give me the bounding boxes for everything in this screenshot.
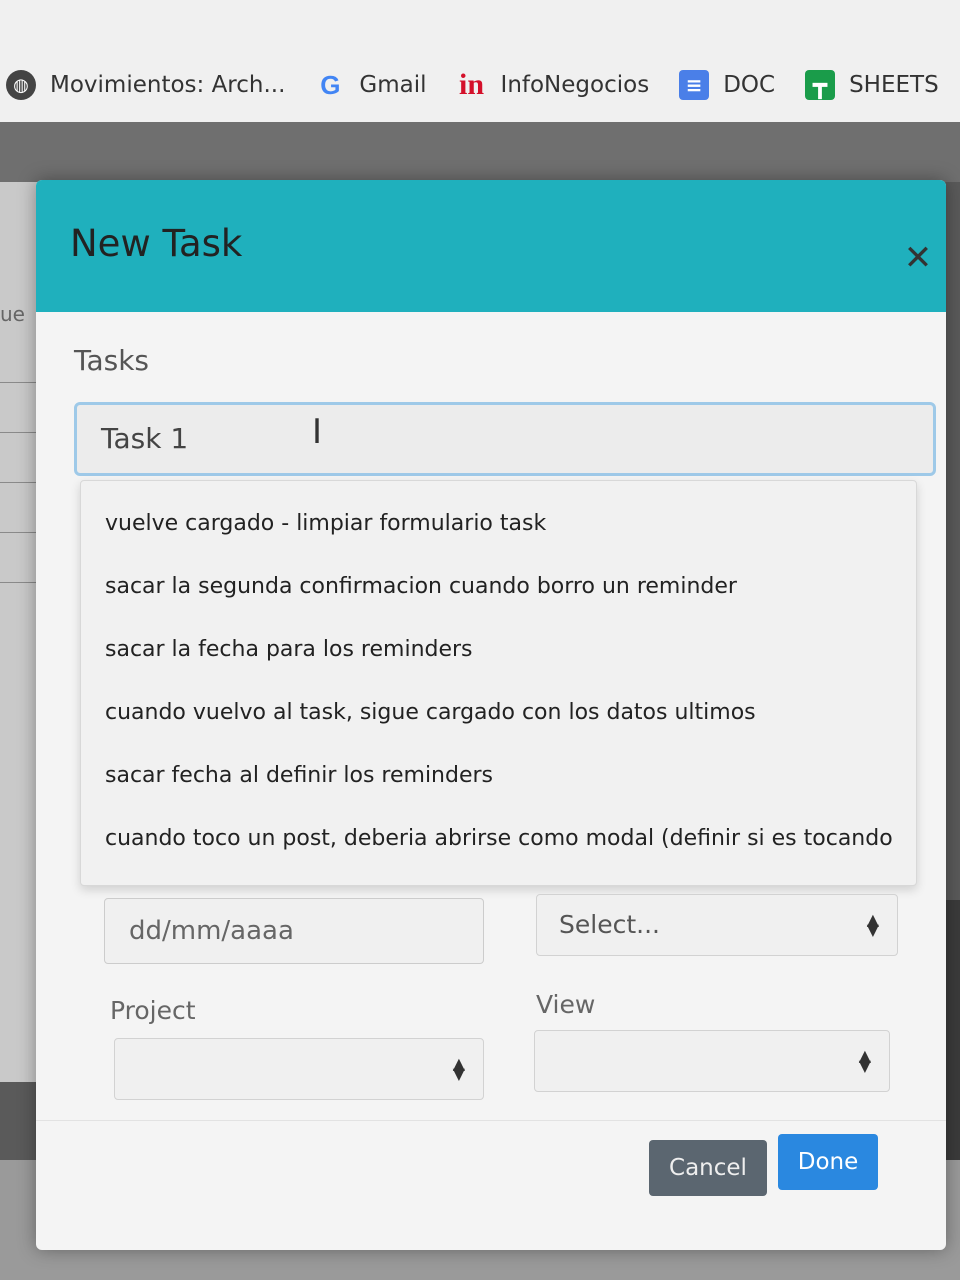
sort-arrows-icon: ▲ ▼ [452, 1054, 465, 1083]
page-backdrop [0, 122, 960, 182]
bookmark-movimientos[interactable]: ◍ Movimientos: Arch... [6, 70, 285, 100]
sort-arrows-icon: ▲ ▼ [858, 1046, 871, 1075]
suggestion-item[interactable]: vuelve cargado - limpiar formulario task [105, 511, 895, 536]
side-text: ue [0, 302, 25, 326]
bookmark-doc[interactable]: ≡ DOC [679, 70, 775, 100]
view-label: View [536, 990, 596, 1019]
close-icon[interactable]: ✕ [900, 240, 936, 276]
new-task-modal: New Task ✕ Tasks Task 1 I vuelve cargado… [36, 180, 946, 1250]
date-input[interactable]: dd/mm/aaaa [104, 898, 484, 964]
project-select[interactable]: ▲ ▼ [114, 1038, 484, 1100]
select-value: Select... [559, 910, 660, 939]
modal-header: New Task ✕ [36, 180, 946, 312]
bookmark-label: Movimientos: Arch... [50, 72, 286, 98]
suggestion-item[interactable]: sacar la fecha para los reminders [105, 637, 895, 662]
bookmark-infonegocios[interactable]: in InfoNegocios [457, 68, 650, 101]
docs-icon: ≡ [679, 70, 710, 100]
globe-icon: ◍ [6, 70, 36, 100]
autocomplete-dropdown: vuelve cargado - limpiar formulario task… [80, 480, 917, 886]
suggestion-item[interactable]: cuando vuelvo al task, sigue cargado con… [105, 700, 895, 725]
bookmark-label: Gmail [359, 72, 427, 98]
modal-title: New Task [70, 222, 243, 265]
suggestion-item[interactable]: sacar la segunda confirmacion cuando bor… [105, 574, 895, 599]
tasks-label: Tasks [74, 344, 150, 377]
suggestion-item[interactable]: sacar fecha al definir los reminders [105, 763, 895, 788]
view-select[interactable]: ▲ ▼ [534, 1030, 890, 1092]
bookmark-label: DOC [723, 72, 776, 98]
sheets-icon: ┳ [805, 70, 836, 100]
project-label: Project [110, 996, 196, 1025]
suggestion-item[interactable]: cuando toco un post, deberia abrirse com… [105, 826, 895, 851]
done-button[interactable]: Done [778, 1134, 878, 1190]
google-icon: G [320, 69, 341, 100]
infonegocios-icon: in [459, 68, 485, 101]
text-cursor-icon: I [312, 412, 323, 452]
priority-select[interactable]: Select... ▲ ▼ [536, 894, 898, 956]
sort-arrows-icon: ▲ ▼ [866, 910, 879, 939]
bookmark-gmail[interactable]: G Gmail [315, 70, 426, 100]
task-input[interactable]: Task 1 [74, 402, 936, 476]
modal-footer-divider [36, 1120, 946, 1121]
bookmark-label: SHEETS [849, 72, 939, 98]
bookmark-sheets[interactable]: ┳ SHEETS [805, 70, 939, 100]
bookmarks-bar: ◍ Movimientos: Arch... G Gmail in InfoNe… [0, 0, 960, 122]
bookmark-label: InfoNegocios [500, 72, 650, 98]
cancel-button[interactable]: Cancel [649, 1140, 767, 1196]
